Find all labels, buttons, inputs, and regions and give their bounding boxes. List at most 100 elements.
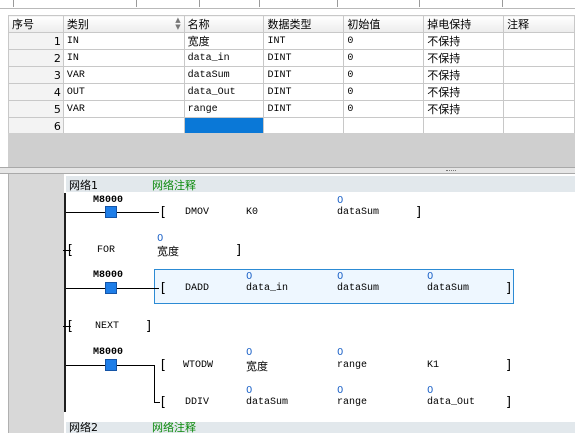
cell-comment[interactable]: [503, 83, 575, 101]
instr-bracket-right: ]: [505, 358, 513, 373]
cell-type[interactable]: DINT: [263, 49, 345, 67]
table-row[interactable]: 3 VAR dataSum DINT 0 不保持: [8, 66, 575, 84]
operand-datasum[interactable]: dataSum: [246, 397, 288, 408]
contact-m8000[interactable]: [105, 359, 117, 371]
col-header-init[interactable]: 初始值: [343, 15, 425, 33]
instr-bracket-left: [: [159, 281, 167, 296]
instr-for[interactable]: FOR: [97, 245, 115, 256]
instr-dadd[interactable]: DADD: [185, 283, 209, 294]
operand-k1[interactable]: K1: [427, 360, 439, 371]
instr-ddiv[interactable]: DDIV: [185, 397, 209, 408]
cell-retain[interactable]: 不保持: [423, 83, 505, 101]
monitor-value: 0: [246, 271, 253, 282]
ladder-gutter-edge: [8, 174, 9, 433]
operand-data-in[interactable]: data_in: [246, 283, 288, 294]
network-2-header[interactable]: [66, 422, 575, 433]
col-header-no[interactable]: 序号: [8, 15, 64, 33]
cell-init[interactable]: 0: [343, 66, 425, 84]
cell-category[interactable]: [62, 117, 185, 135]
rung-wire: [66, 365, 106, 366]
cell-init[interactable]: 0: [343, 49, 425, 67]
row-number: 1: [8, 32, 64, 50]
row-number: 4: [8, 83, 64, 101]
col-header-category[interactable]: 类别 ▲ ▼: [62, 15, 185, 33]
table-row[interactable]: 4 OUT data_Out DINT 0 不保持: [8, 83, 575, 101]
cell-init[interactable]: 0: [343, 32, 425, 50]
cell-name[interactable]: range: [183, 100, 265, 118]
cell-retain[interactable]: 不保持: [423, 100, 505, 118]
instr-bracket-left: [: [159, 395, 167, 410]
instr-dmov[interactable]: DMOV: [185, 207, 209, 218]
cell-retain[interactable]: [423, 117, 505, 135]
operand-datasum-dest[interactable]: dataSum: [427, 283, 469, 294]
cell-category[interactable]: VAR: [62, 66, 185, 84]
contact-label: M8000: [93, 195, 124, 206]
cell-init[interactable]: 0: [343, 83, 425, 101]
instr-next[interactable]: NEXT: [95, 321, 119, 332]
cell-init[interactable]: [343, 117, 425, 135]
table-row[interactable]: 6: [8, 117, 575, 135]
table-empty-area: [8, 133, 575, 167]
sort-arrows-icon: ▲ ▼: [175, 16, 181, 31]
cell-name[interactable]: data_in: [183, 49, 265, 67]
cell-comment[interactable]: [503, 66, 575, 84]
operand-datasum[interactable]: dataSum: [337, 207, 379, 218]
table-row[interactable]: 1 IN 宽度 INT 0 不保持: [8, 32, 575, 50]
operand-data-out[interactable]: data_Out: [427, 397, 475, 408]
operand-width[interactable]: 宽度: [157, 243, 179, 259]
operand-range[interactable]: range: [337, 397, 367, 408]
network-1-header[interactable]: [66, 176, 575, 192]
cell-type[interactable]: DINT: [263, 83, 345, 101]
cell-comment[interactable]: [503, 100, 575, 118]
rung-wire: [117, 365, 155, 366]
cell-type[interactable]: DINT: [263, 100, 345, 118]
monitor-value: 0: [246, 347, 253, 358]
operand-range[interactable]: range: [337, 360, 367, 371]
pane-splitter[interactable]: [0, 167, 575, 174]
instr-bracket-right: ]: [505, 395, 513, 410]
row-number: 3: [8, 66, 64, 84]
instr-bracket-right: ]: [505, 281, 513, 296]
cell-category[interactable]: OUT: [62, 83, 185, 101]
col-header-type[interactable]: 数据类型: [263, 15, 345, 33]
col-header-retain[interactable]: 掉电保持: [423, 15, 505, 33]
table-row[interactable]: 2 IN data_in DINT 0 不保持: [8, 49, 575, 67]
cell-init[interactable]: 0: [343, 100, 425, 118]
table-row[interactable]: 5 VAR range DINT 0 不保持: [8, 100, 575, 118]
operand-datasum[interactable]: dataSum: [337, 283, 379, 294]
cell-name-selected[interactable]: [183, 117, 265, 135]
rung-wire: [63, 250, 71, 251]
col-header-comment[interactable]: 注释: [503, 15, 575, 33]
contact-label: M8000: [93, 270, 124, 281]
operand-width[interactable]: 宽度: [246, 358, 268, 374]
instr-bracket-right: ]: [145, 319, 153, 334]
cell-type[interactable]: DINT: [263, 66, 345, 84]
cell-type[interactable]: INT: [263, 32, 345, 50]
network-2-comment[interactable]: 网络注释: [152, 422, 196, 433]
instr-wtodw[interactable]: WTODW: [183, 360, 213, 371]
monitor-value: 0: [337, 195, 344, 206]
cell-retain[interactable]: 不保持: [423, 49, 505, 67]
cell-comment[interactable]: [503, 32, 575, 50]
contact-m8000[interactable]: [105, 282, 117, 294]
network-1-comment[interactable]: 网络注释: [152, 177, 196, 193]
top-edge: [0, 0, 575, 9]
cell-name[interactable]: data_Out: [183, 83, 265, 101]
rung-wire: [66, 212, 106, 213]
contact-m8000[interactable]: [105, 206, 117, 218]
cell-name[interactable]: dataSum: [183, 66, 265, 84]
operand-k0[interactable]: K0: [246, 207, 258, 218]
rung-wire: [63, 326, 71, 327]
cell-retain[interactable]: 不保持: [423, 32, 505, 50]
cell-retain[interactable]: 不保持: [423, 66, 505, 84]
table-header-row: 序号 类别 ▲ ▼ 名称 数据类型 初始值 掉电保持 注释: [8, 15, 575, 33]
col-header-name[interactable]: 名称: [183, 15, 265, 33]
cell-type[interactable]: [263, 117, 345, 135]
cell-category[interactable]: IN: [62, 49, 185, 67]
cell-category[interactable]: VAR: [62, 100, 185, 118]
cell-comment[interactable]: [503, 117, 575, 135]
cell-category[interactable]: IN: [62, 32, 185, 50]
cell-comment[interactable]: [503, 49, 575, 67]
cell-name[interactable]: 宽度: [183, 32, 265, 50]
splitter-grip-icon: [446, 170, 456, 173]
